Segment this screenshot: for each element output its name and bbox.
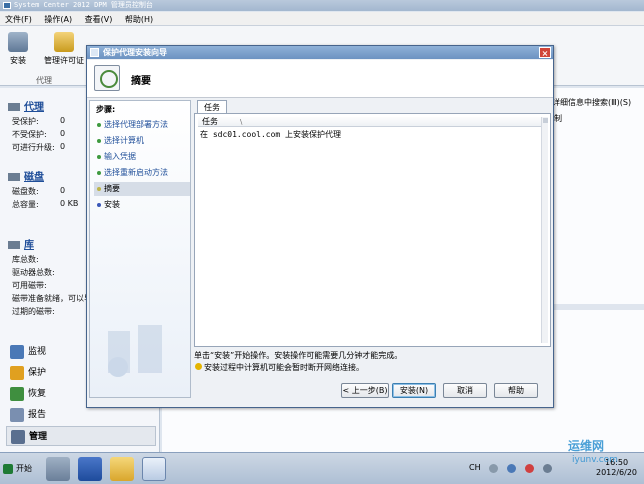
warning-icon <box>195 363 202 370</box>
step-done-icon <box>97 139 101 143</box>
wizard-steps-panel: 步骤: 选择代理部署方法 选择计算机 输入凭据 选择重新启动方法 摘要 安装 <box>89 100 191 398</box>
menu-help[interactable]: 帮助(H) <box>120 12 158 27</box>
menu-view[interactable]: 查看(V) <box>80 12 118 27</box>
watermark-logo: 运维网 <box>568 439 605 453</box>
drive-total-stat: 驱动器总数: <box>12 268 55 277</box>
step-select-restart[interactable]: 选择重新启动方法 <box>94 166 190 180</box>
agents-unprotected-stat: 不受保护: 0 <box>12 129 66 139</box>
agents-upgradable-stat: 可进行升级: 0 <box>12 142 66 152</box>
agent-icon <box>8 103 20 111</box>
help-button[interactable]: 帮助 <box>494 383 538 398</box>
network-warning: 安装过程中计算机可能会暂时断开网络连接。 <box>194 362 364 373</box>
search-details-label[interactable]: 详细信息中搜索(Ⅲ)(S) <box>552 97 631 108</box>
menu-bar: 文件(F) 操作(A) 查看(V) 帮助(H) <box>0 12 644 26</box>
install-icon <box>8 32 28 52</box>
taskbar: 开始 CH 16:50 2012/6/20 <box>0 452 644 484</box>
column-header-fragment: 制 <box>554 114 562 123</box>
wizard-header: 摘要 <box>87 60 553 98</box>
windows-logo-icon <box>3 464 13 474</box>
network-icon[interactable] <box>543 464 552 473</box>
server-manager-icon[interactable] <box>46 457 70 481</box>
menu-action[interactable]: 操作(A) <box>39 12 77 27</box>
step-done-icon <box>97 155 101 159</box>
disk-icon <box>8 173 20 181</box>
step-summary: 摘要 <box>94 182 190 196</box>
app-icon <box>3 2 11 9</box>
manage-license-button[interactable]: 管理许可证 <box>44 32 84 66</box>
library-section-title[interactable]: 库 <box>8 236 34 251</box>
ribbon-group-label: 代理 <box>36 76 52 85</box>
sort-icon: \ <box>240 118 243 126</box>
recovery-icon <box>10 387 24 401</box>
wizard-content: 任务 任务 \ 在 sdc01.cool.com 上安装保护代理 单击“安装”开… <box>194 100 551 398</box>
reporting-icon <box>10 408 24 422</box>
language-indicator[interactable]: CH <box>469 463 481 472</box>
cancel-button[interactable]: 取消 <box>443 383 487 398</box>
wizard-icon <box>90 48 99 57</box>
back-button[interactable]: < 上一步(B) <box>341 383 389 398</box>
watermark-url: iyunv.com <box>572 455 618 465</box>
powershell-icon[interactable] <box>78 457 102 481</box>
help-icon[interactable] <box>507 464 516 473</box>
agents-protected-stat: 受保护: 0 <box>12 116 66 126</box>
library-icon <box>8 241 20 249</box>
library-total-stat: 库总数: <box>12 255 39 264</box>
step-pending-icon <box>97 203 101 207</box>
wizard-title-bar: 保护代理安装向导 × <box>87 46 553 59</box>
window-title-bar: System Center 2012 DPM 管理员控制台 <box>0 0 644 11</box>
task-list-scrollbar[interactable] <box>541 117 548 343</box>
license-icon <box>54 32 74 52</box>
tab-strip: 任务 <box>194 100 551 114</box>
expired-tapes-stat: 过期的磁带: <box>12 307 55 316</box>
install-agent-button[interactable]: 安装 <box>8 32 28 66</box>
window-title: System Center 2012 DPM 管理员控制台 <box>14 1 153 9</box>
dpm-console-icon[interactable] <box>142 457 166 481</box>
install-info-text: 单击“安装”开始操作。安装操作可能需要几分钟才能完成。 <box>194 351 403 360</box>
action-center-icon[interactable] <box>525 464 534 473</box>
menu-file[interactable]: 文件(F) <box>0 12 37 27</box>
step-enter-credentials[interactable]: 输入凭据 <box>94 150 190 164</box>
available-tapes-stat: 可用磁带: <box>12 281 47 290</box>
step-done-icon <box>97 123 101 127</box>
disks-section-title[interactable]: 磁盘 <box>8 168 44 183</box>
disk-capacity-stat: 总容量: 0 KB <box>12 199 79 209</box>
disk-count-stat: 磁盘数: 0 <box>12 186 66 196</box>
steps-title: 步骤: <box>96 105 116 114</box>
server-illustration-icon <box>108 325 162 377</box>
nav-reporting[interactable]: 报告 <box>6 405 156 425</box>
close-icon[interactable]: × <box>539 47 551 58</box>
task-list-panel: 任务 \ 在 sdc01.cool.com 上安装保护代理 <box>194 113 551 347</box>
step-done-icon <box>97 171 101 175</box>
monitoring-icon <box>10 345 24 359</box>
task-row[interactable]: 在 sdc01.cool.com 上安装保护代理 <box>200 129 341 140</box>
step-select-deployment[interactable]: 选择代理部署方法 <box>94 118 190 132</box>
step-current-icon <box>97 187 101 191</box>
summary-page-icon <box>94 65 120 91</box>
step-select-computers[interactable]: 选择计算机 <box>94 134 190 148</box>
tapes-ready-stat: 磁带准备就绪，可以导 <box>12 294 92 303</box>
tab-tasks[interactable]: 任务 <box>197 100 227 114</box>
protection-icon <box>10 366 24 380</box>
nav-management[interactable]: 管理 <box>6 426 156 446</box>
license-label: 管理许可证 <box>44 56 84 65</box>
install-button[interactable]: 安装(N) <box>392 383 436 398</box>
explorer-icon[interactable] <box>110 457 134 481</box>
keyboard-icon[interactable] <box>489 464 498 473</box>
protection-agent-install-wizard: 保护代理安装向导 × 摘要 步骤: 选择代理部署方法 选择计算机 输入凭据 选择… <box>86 45 554 408</box>
task-column-header[interactable]: 任务 \ <box>198 117 548 127</box>
step-install: 安装 <box>94 198 190 212</box>
start-button[interactable]: 开始 <box>2 459 32 479</box>
management-icon <box>11 430 25 444</box>
wizard-title: 保护代理安装向导 <box>103 48 167 57</box>
install-label: 安装 <box>10 56 26 65</box>
wizard-heading: 摘要 <box>131 76 151 87</box>
pane-separator <box>554 304 644 310</box>
agents-section-title[interactable]: 代理 <box>8 98 44 113</box>
